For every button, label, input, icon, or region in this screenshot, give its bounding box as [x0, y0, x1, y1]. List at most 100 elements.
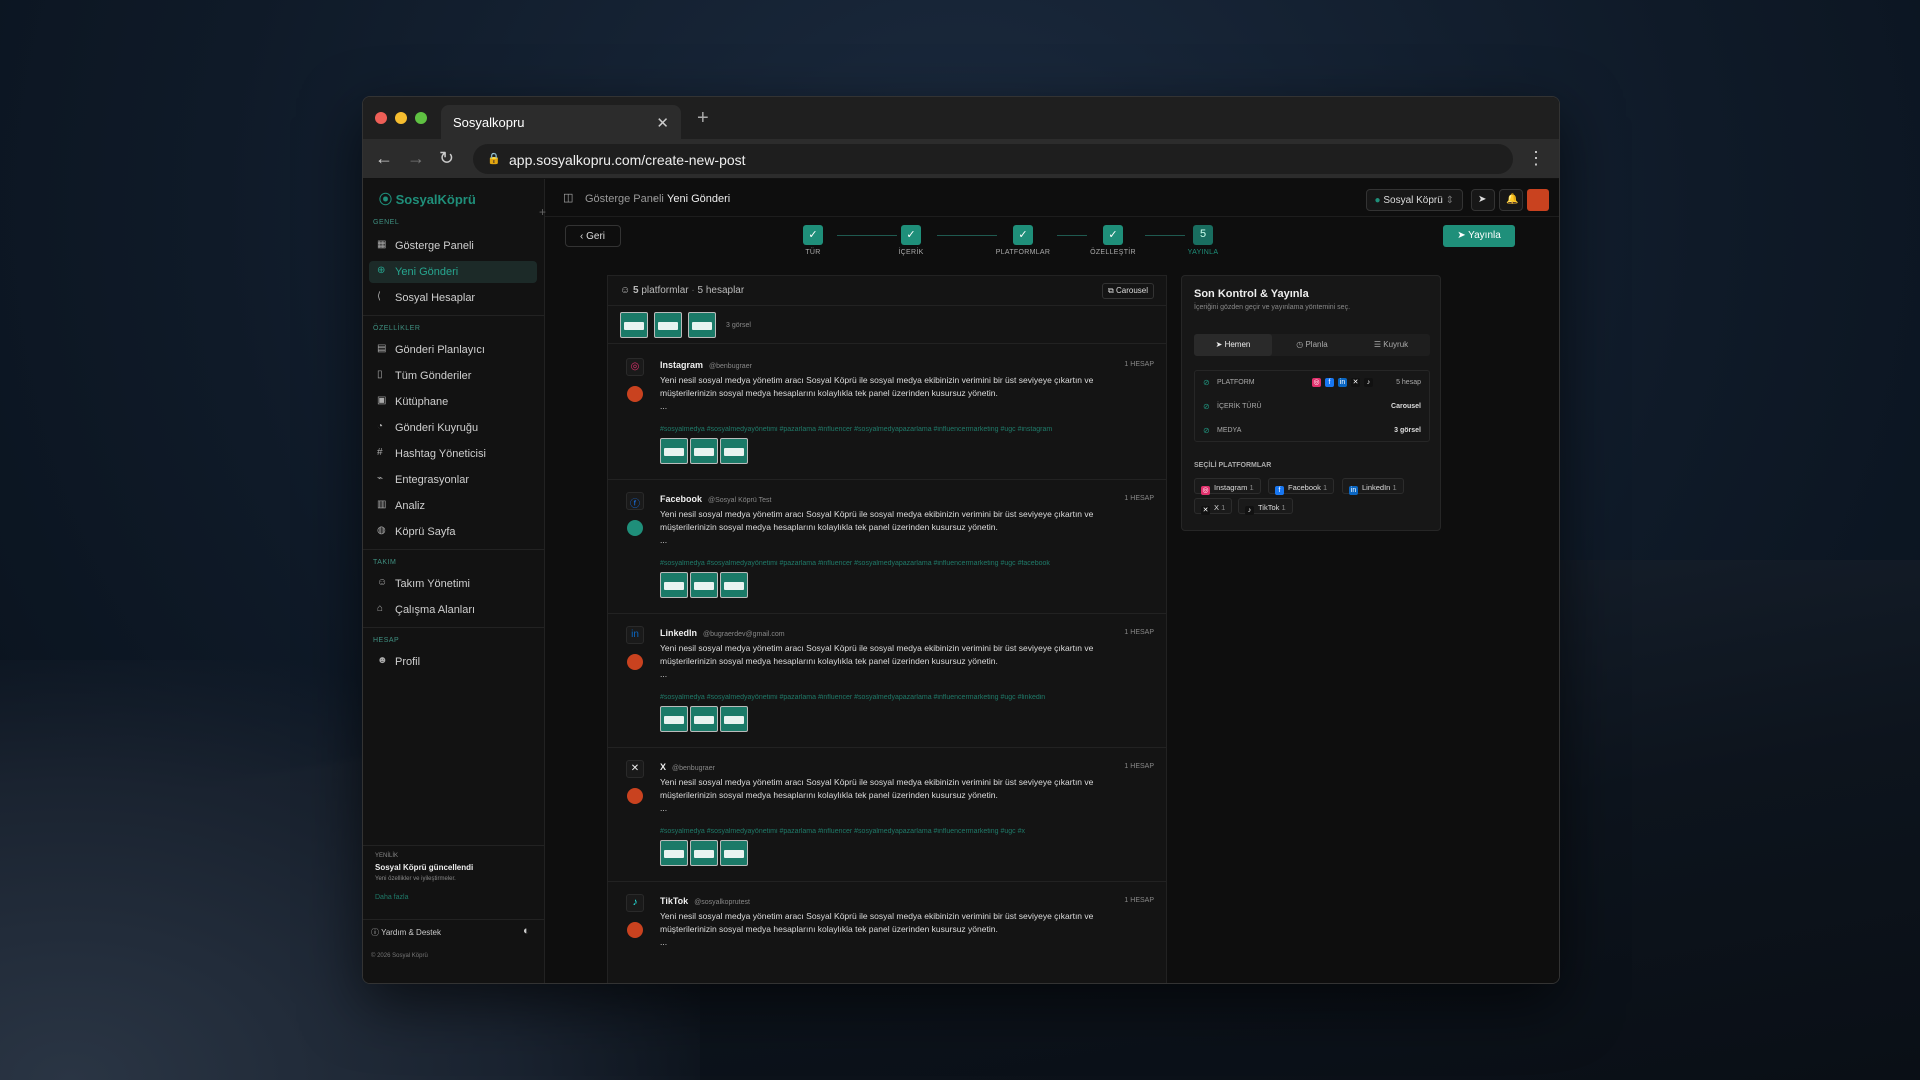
tiktok-icon: ♪: [1245, 506, 1254, 515]
list-icon: ☰: [1373, 340, 1384, 349]
media-thumbnail[interactable]: [720, 706, 748, 732]
avatar: [627, 654, 643, 670]
media-thumbnail[interactable]: [690, 840, 718, 866]
sidebar-item-bridge-page[interactable]: ◍ Köprü Sayfa: [369, 521, 537, 543]
linkedin-icon: in: [1349, 486, 1358, 495]
avatar: [627, 922, 643, 938]
sidebar-item-label: Entegrasyonlar: [395, 474, 469, 486]
sidebar-item-label: Gönderi Planlayıcı: [395, 344, 485, 356]
media-thumbnail[interactable]: [720, 572, 748, 598]
step-label: İÇERİK: [898, 249, 924, 256]
step-tur[interactable]: ✓ TÜR: [783, 225, 843, 256]
sidebar-item-profile[interactable]: ☻ Profil: [369, 651, 537, 673]
panel-title: Son Kontrol & Yayınla: [1194, 288, 1309, 300]
hashtag-icon: #: [377, 447, 383, 458]
sidebar-item-queue[interactable]: ◔ Gönderi Kuyruğu: [369, 417, 537, 439]
reload-icon[interactable]: ↻: [439, 148, 454, 169]
url-text: app.sosyalkopru.com/create-new-post: [509, 152, 746, 168]
sidebar-item-library[interactable]: ▣ Kütüphane: [369, 391, 537, 413]
media-thumbnail[interactable]: [660, 840, 688, 866]
account-count: 1 HESAP: [1124, 763, 1154, 770]
post-media: [660, 840, 760, 866]
step-platformlar[interactable]: ✓ PLATFORMLAR: [993, 225, 1053, 256]
media-thumbnail[interactable]: [720, 840, 748, 866]
sidebar-item-team[interactable]: ☺ Takım Yönetimi: [369, 573, 537, 595]
instagram-icon: ◎: [626, 358, 644, 376]
step-icerik[interactable]: ✓ İÇERİK: [881, 225, 941, 256]
sidebar-item-workspaces[interactable]: ⌂ Çalışma Alanları: [369, 599, 537, 621]
url-field[interactable]: 🔒 app.sosyalkopru.com/create-new-post: [473, 144, 1513, 174]
media-thumbnail[interactable]: [688, 312, 716, 338]
media-thumbnail[interactable]: [690, 438, 718, 464]
chip-label: Instagram: [1214, 483, 1248, 492]
media-thumbnail[interactable]: [660, 572, 688, 598]
help-link[interactable]: ⓘ Yardım & Destek: [371, 927, 441, 938]
avatar[interactable]: [1527, 189, 1549, 211]
summary-box: ⊘ PLATFORM ◎ f in ✕ ♪ 5 hesap ⊘ İÇERİK TÜRÜ Car…: [1194, 370, 1430, 442]
browser-menu-icon[interactable]: ⋮: [1527, 148, 1545, 169]
post-preview-feed: ☺ 5 platformlar · 5 hesaplar ⧉ Carousel …: [607, 275, 1167, 983]
tab-queue[interactable]: ☰ Kuyruk: [1352, 334, 1430, 356]
new-tab-icon[interactable]: +: [697, 107, 709, 130]
post-media: [660, 572, 760, 598]
close-tab-icon[interactable]: ✕: [656, 114, 669, 132]
update-desc: Yeni özellikler ve iyileştirmeler.: [375, 876, 456, 882]
post-preview-facebook: ⓕ Facebook @Sosyal Köprü Test 1 HESAP Yen…: [608, 480, 1166, 614]
tiktok-icon: ♪: [626, 894, 644, 912]
logo[interactable]: ⦿ SosyalKöprü: [379, 189, 476, 208]
back-arrow-icon[interactable]: ←: [375, 148, 393, 169]
chevron-updown-icon: ⇕: [1445, 195, 1454, 206]
media-thumbnail[interactable]: [620, 312, 648, 338]
step-label: TÜR: [805, 249, 821, 256]
post-preview-instagram: ◎ Instagram @benbugraer 1 HESAP Yeni nesi…: [608, 346, 1166, 480]
minimize-window-button[interactable]: [395, 112, 407, 124]
step-connector: [937, 235, 997, 236]
sidebar-item-label: Takım Yönetimi: [395, 578, 470, 590]
sidebar-item-dashboard[interactable]: ▦ Gösterge Paneli: [369, 235, 537, 257]
sidebar-item-new-post[interactable]: ⊕ Yeni Gönderi: [369, 261, 537, 283]
media-thumbnail[interactable]: [660, 706, 688, 732]
sidebar-item-label: Analiz: [395, 500, 425, 512]
bell-icon[interactable]: 🔔: [1499, 189, 1523, 211]
plus-circle-icon: ⊕: [377, 265, 386, 276]
sidebar-item-planner[interactable]: ▤ Gönderi Planlayıcı: [369, 339, 537, 361]
sidebar-item-integrations[interactable]: ⌁ Entegrasyonlar: [369, 469, 537, 491]
media-thumbnail[interactable]: [690, 706, 718, 732]
summary-row-content-type: ⊘ İÇERİK TÜRÜ Carousel: [1195, 395, 1429, 419]
send-icon: ➤: [1215, 340, 1225, 349]
step-ozellestir[interactable]: ✓ ÖZELLEŞTİR: [1083, 225, 1143, 256]
tab-title: Sosyalkopru: [453, 115, 525, 130]
sidebar-toggle-icon[interactable]: ◫: [563, 191, 573, 204]
media-thumbnail[interactable]: [660, 438, 688, 464]
grid-icon: ▦: [377, 239, 387, 250]
chip-label: TikTok: [1258, 503, 1280, 512]
workspace-switcher[interactable]: ● Sosyal Köprü ⇕: [1365, 189, 1463, 211]
post-hashtags: #sosyalmedya #sosyalmedyayönetimi #pazar…: [660, 560, 1050, 567]
browser-tab[interactable]: Sosyalkopru ✕: [441, 105, 681, 139]
feed-header: ☺ 5 platformlar · 5 hesaplar ⧉ Carousel: [608, 276, 1166, 306]
chip-x: ✕ X 1: [1194, 498, 1233, 515]
platform-name: LinkedIn: [660, 628, 698, 638]
sidebar-item-analytics[interactable]: ▥ Analiz: [369, 495, 537, 517]
account-count: 1 HESAP: [1124, 361, 1154, 368]
maximize-window-button[interactable]: [415, 112, 427, 124]
chip-count: 1: [1392, 483, 1397, 492]
theme-toggle-icon[interactable]: ◐: [523, 925, 530, 937]
forward-arrow-icon[interactable]: →: [407, 148, 425, 169]
step-yayinla[interactable]: 5 YAYINLA: [1173, 225, 1233, 256]
account-handle: @benbugraer: [672, 765, 715, 772]
publish-mode-tabs: ➤ Hemen ◷ Planla ☰ Kuyruk: [1194, 334, 1430, 356]
row-label: MEDYA: [1217, 427, 1242, 434]
tab-now[interactable]: ➤ Hemen: [1194, 334, 1272, 356]
media-thumbnail[interactable]: [654, 312, 682, 338]
media-thumbnail[interactable]: [690, 572, 718, 598]
send-icon[interactable]: ➤: [1471, 189, 1495, 211]
media-thumbnail[interactable]: [720, 438, 748, 464]
sidebar-item-social-accounts[interactable]: ⟨ Sosyal Hesaplar: [369, 287, 537, 309]
sidebar-item-hashtag[interactable]: # Hashtag Yöneticisi: [369, 443, 537, 465]
tab-schedule[interactable]: ◷ Planla: [1273, 334, 1351, 356]
help-label: Yardım & Destek: [381, 928, 441, 937]
sidebar-item-all-posts[interactable]: ▯ Tüm Gönderiler: [369, 365, 537, 387]
close-window-button[interactable]: [375, 112, 387, 124]
update-more-link[interactable]: Daha fazla: [375, 894, 535, 901]
